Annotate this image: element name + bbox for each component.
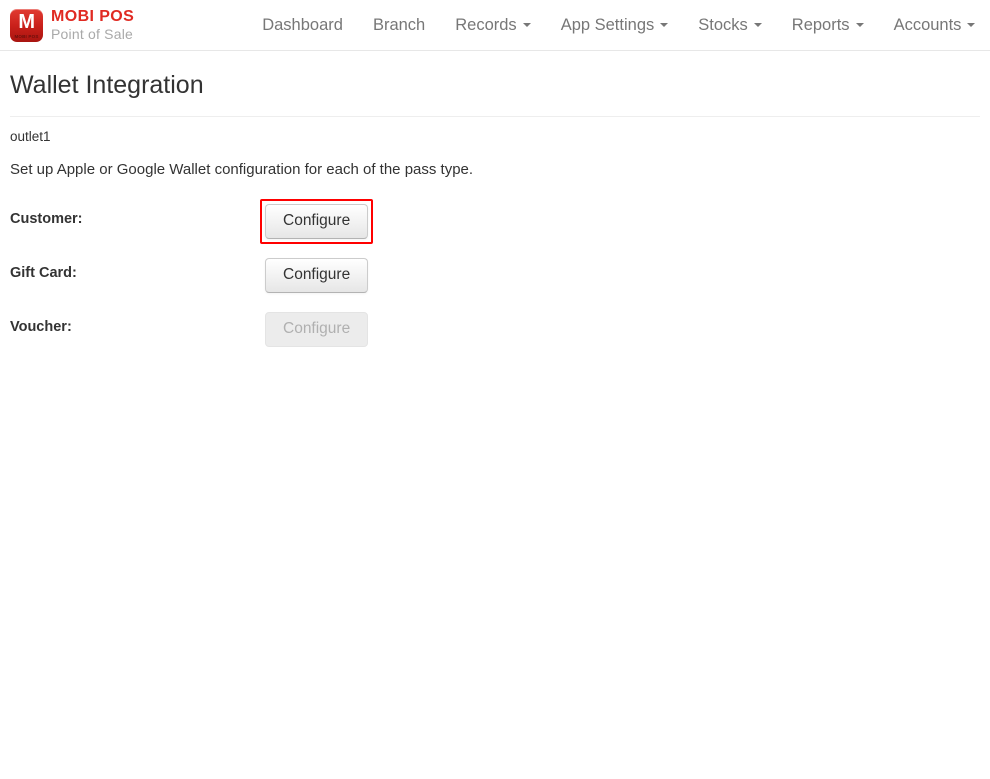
nav-item-label: Reports [791, 15, 850, 34]
brand-home-link[interactable]: M MOBI POS MOBI POS Point of Sale [0, 0, 134, 50]
nav-item-label: Branch [372, 15, 426, 34]
main-menu: Dashboard Branch Records App Settings St… [247, 0, 990, 50]
configure-gift-card-button[interactable]: Configure [265, 258, 369, 293]
nav-item-label: Dashboard [262, 15, 343, 34]
nav-item-reports[interactable]: Reports [777, 0, 879, 50]
configure-customer-button[interactable]: Configure [265, 204, 369, 239]
pass-type-control: Configure [265, 258, 369, 293]
pass-type-control: Configure [260, 199, 374, 244]
brand-subtitle: Point of Sale [51, 26, 133, 42]
brand-wordmark: MOBI POS Point of Sale [51, 8, 134, 42]
nav-list-item: Dashboard [247, 0, 358, 50]
nav-item-records[interactable]: Records [440, 0, 545, 50]
chevron-down-icon [522, 23, 531, 27]
chevron-down-icon [753, 23, 762, 27]
nav-item-app-settings[interactable]: App Settings [546, 0, 684, 50]
title-divider [10, 116, 980, 117]
pass-type-control: Configure [265, 312, 369, 347]
nav-list-item: Accounts [879, 0, 990, 50]
nav-item-stocks[interactable]: Stocks [683, 0, 777, 50]
outlet-name: outlet1 [10, 129, 51, 144]
pass-type-label: Gift Card: [10, 265, 77, 281]
mobipos-logo-icon: M MOBI POS [10, 8, 43, 42]
nav-list-item: Reports [777, 0, 879, 50]
nav-item-label: App Settings [560, 15, 655, 34]
page-description: Set up Apple or Google Wallet configurat… [10, 161, 474, 178]
nav-item-branch[interactable]: Branch [358, 0, 440, 50]
nav-list-item: App Settings [546, 0, 684, 50]
nav-list-item: Records [440, 0, 545, 50]
pass-type-row-gift-card: Gift Card: Configure [10, 258, 980, 312]
nav-list-item: Branch [358, 0, 440, 50]
nav-item-label: Accounts [893, 15, 962, 34]
pass-type-label: Voucher: [10, 319, 72, 335]
brand-title: MOBI POS [51, 8, 135, 25]
pass-type-label: Customer: [10, 211, 83, 227]
nav-item-label: Records [455, 15, 517, 34]
nav-item-accounts[interactable]: Accounts [879, 0, 990, 50]
chevron-down-icon [660, 23, 669, 27]
page-content: Wallet Integration outlet1 Set up Apple … [0, 70, 990, 366]
nav-item-dashboard[interactable]: Dashboard [247, 0, 358, 50]
pass-type-row-customer: Customer: Configure [10, 199, 980, 258]
pass-type-row-voucher: Voucher: Configure [10, 312, 980, 366]
page-title: Wallet Integration [10, 71, 204, 99]
configure-voucher-button: Configure [265, 312, 369, 347]
nav-list-item: Stocks [683, 0, 777, 50]
nav-item-label: Stocks [698, 15, 748, 34]
logo-letter-m: M [18, 10, 35, 33]
chevron-down-icon [855, 23, 864, 27]
top-navbar: M MOBI POS MOBI POS Point of Sale Dashbo… [0, 0, 990, 51]
wallet-pass-type-list: Customer: Configure Gift Card: Configure… [10, 199, 980, 366]
logo-subtext: MOBI POS [14, 33, 39, 39]
chevron-down-icon [967, 23, 976, 27]
